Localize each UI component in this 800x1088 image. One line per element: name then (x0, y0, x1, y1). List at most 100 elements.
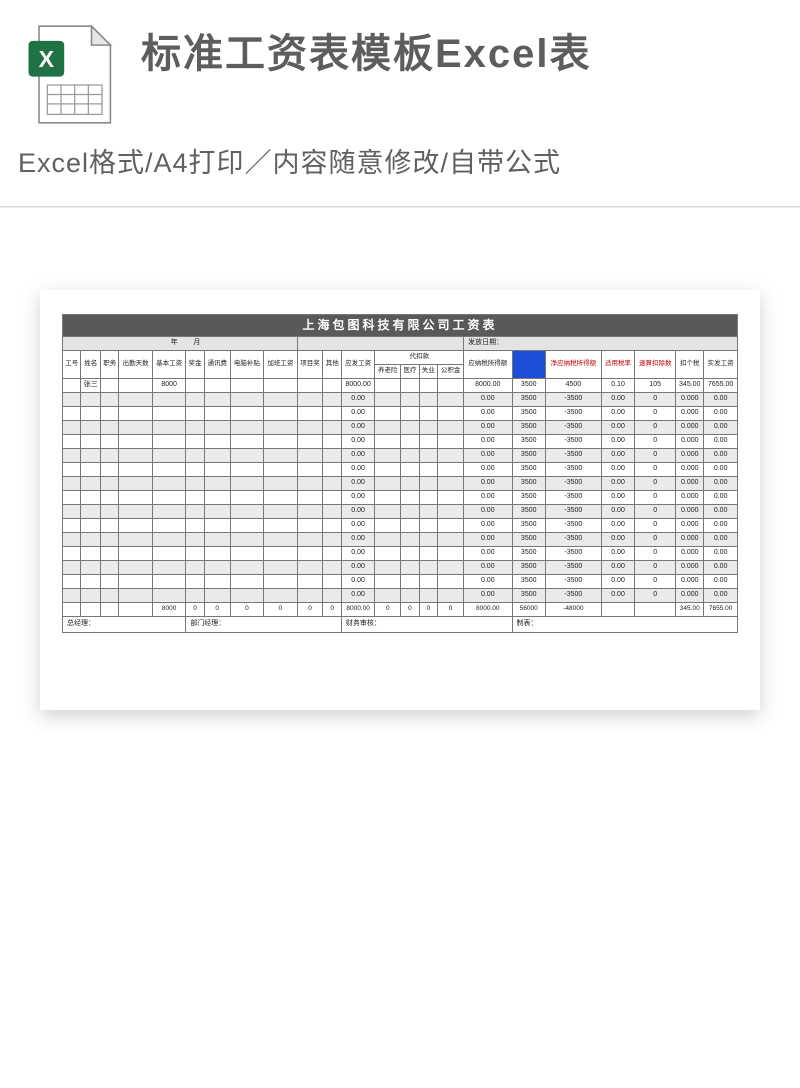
table-cell (419, 589, 437, 603)
table-cell (401, 407, 419, 421)
table-cell: 0.00 (704, 547, 738, 561)
table-cell: 0.00 (464, 463, 512, 477)
table-cell (81, 547, 101, 561)
sign-maker: 制表： (512, 617, 738, 633)
table-cell (81, 589, 101, 603)
table-cell (81, 533, 101, 547)
col-base: 基本工资 (152, 351, 185, 379)
table-cell: 3500 (512, 379, 545, 393)
table-cell (230, 505, 263, 519)
table-cell: 0 (635, 547, 676, 561)
table-cell (401, 533, 419, 547)
table-cell: 8000.00 (464, 379, 512, 393)
table-cell (63, 379, 81, 393)
table-cell: -3500 (545, 463, 601, 477)
page-subtitle: Excel格式/A4打印／内容随意修改/自带公式 (0, 141, 800, 198)
table-cell (264, 449, 297, 463)
table-cell (186, 505, 204, 519)
table-cell (152, 505, 185, 519)
col-bonus: 奖金 (186, 351, 204, 379)
col-net-taxable: 净应纳税所得额 (545, 351, 601, 379)
table-cell: 0.00 (464, 575, 512, 589)
total-cell: 0 (297, 603, 323, 617)
table-cell (186, 407, 204, 421)
table-cell: 0.00 (341, 589, 374, 603)
table-cell (152, 449, 185, 463)
table-cell (375, 561, 401, 575)
col-taxable-hidden: 应付款项 (512, 351, 545, 379)
table-cell (101, 505, 119, 519)
table-cell: 0.00 (464, 393, 512, 407)
table-cell: 0 (635, 589, 676, 603)
table-cell: 0.00 (341, 407, 374, 421)
table-cell (81, 463, 101, 477)
table-cell (230, 421, 263, 435)
table-cell (297, 547, 323, 561)
table-cell: 0.00 (601, 421, 634, 435)
total-cell: 0 (401, 603, 419, 617)
table-cell (401, 435, 419, 449)
table-cell (375, 477, 401, 491)
table-cell: 345.00 (676, 379, 704, 393)
table-cell: 0.000 (676, 477, 704, 491)
table-cell: 0.00 (601, 589, 634, 603)
table-cell (204, 449, 230, 463)
table-cell (401, 589, 419, 603)
table-cell (63, 407, 81, 421)
table-cell: 0.000 (676, 519, 704, 533)
table-cell (264, 477, 297, 491)
table-cell (297, 533, 323, 547)
table-cell (401, 421, 419, 435)
table-cell: 0.00 (341, 421, 374, 435)
table-cell: 0.00 (464, 421, 512, 435)
sign-finance: 财务审核： (341, 617, 512, 633)
table-cell (204, 463, 230, 477)
table-cell (438, 505, 464, 519)
table-cell: 4500 (545, 379, 601, 393)
col-net: 实发工资 (704, 351, 738, 379)
table-cell (101, 477, 119, 491)
table-cell: 0.00 (601, 547, 634, 561)
table-cell (230, 547, 263, 561)
table-cell (63, 435, 81, 449)
table-cell (323, 547, 341, 561)
table-cell (375, 589, 401, 603)
table-cell (264, 547, 297, 561)
table-cell (375, 393, 401, 407)
table-cell: 0 (635, 463, 676, 477)
table-cell: 0 (635, 449, 676, 463)
table-cell (63, 519, 81, 533)
table-cell: 0.000 (676, 407, 704, 421)
table-cell (264, 491, 297, 505)
table-cell (419, 379, 437, 393)
table-cell (264, 393, 297, 407)
col-fund: 公积金 (438, 365, 464, 379)
excel-file-icon: X (18, 22, 123, 127)
table-cell: 0.00 (704, 505, 738, 519)
table-cell (297, 575, 323, 589)
table-cell (119, 519, 152, 533)
table-cell: -3500 (545, 449, 601, 463)
table-cell (81, 449, 101, 463)
table-cell: 0.00 (704, 393, 738, 407)
table-cell (81, 477, 101, 491)
table-cell: 0.000 (676, 435, 704, 449)
table-cell (204, 407, 230, 421)
table-cell (152, 477, 185, 491)
table-cell (152, 575, 185, 589)
table-cell (438, 449, 464, 463)
table-cell: 0.00 (601, 505, 634, 519)
table-cell (81, 407, 101, 421)
table-cell (419, 407, 437, 421)
table-cell (323, 561, 341, 575)
col-attendance: 出勤天数 (119, 351, 152, 379)
issue-date-label: 发放日期： (464, 337, 738, 351)
table-cell: -3500 (545, 589, 601, 603)
table-cell (152, 463, 185, 477)
table-cell: 0.00 (341, 449, 374, 463)
table-cell (81, 519, 101, 533)
table-cell (63, 477, 81, 491)
table-cell: 0.00 (601, 561, 634, 575)
table-cell (438, 491, 464, 505)
table-cell (186, 533, 204, 547)
